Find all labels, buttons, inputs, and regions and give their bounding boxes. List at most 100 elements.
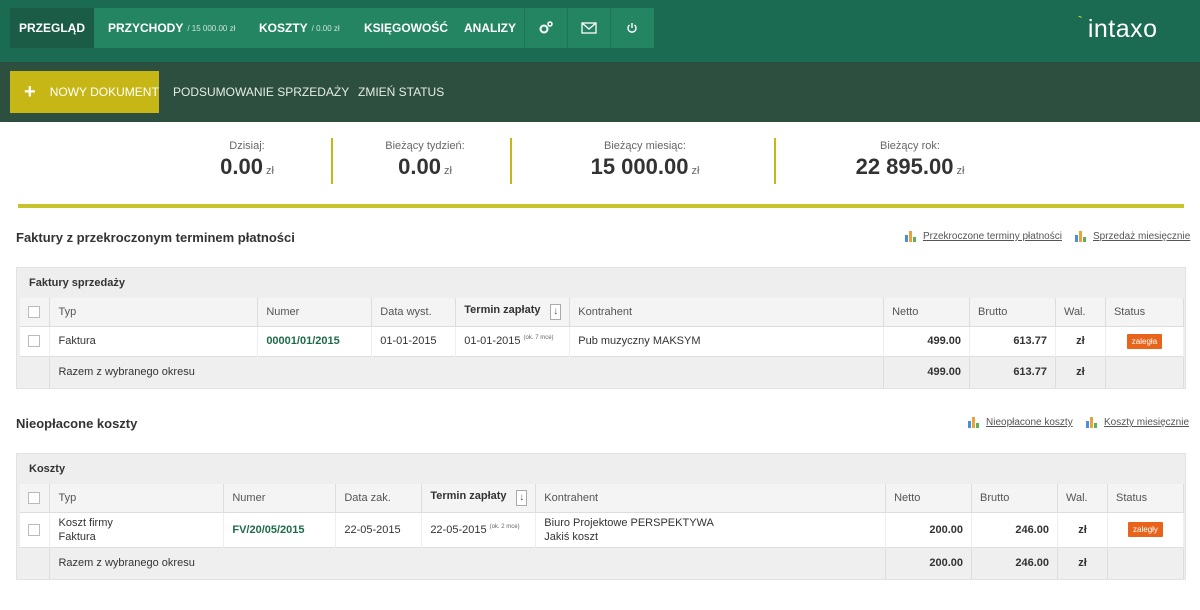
overdue-section-title: Faktury z przekroczonym terminem płatnoś… xyxy=(16,230,295,245)
stat-currency: zł xyxy=(691,165,700,177)
row-checkbox[interactable] xyxy=(28,523,40,536)
unpaid-costs-link[interactable]: Nieopłacone koszty xyxy=(968,417,1073,428)
nav-accounting-label: KSIĘGOWOŚĆ xyxy=(364,21,449,35)
table-header-row: Typ Numer Data wyst. Termin zapłaty ↓ Kon… xyxy=(20,298,1185,327)
new-document-button[interactable]: + NOWY DOKUMENT xyxy=(10,71,159,113)
stat-week: Bieżący tydzień: 0.00 zł xyxy=(350,140,500,180)
stat-amount: 22 895.00 xyxy=(855,154,954,179)
row-number-cell: FV/20/05/2015 xyxy=(223,512,337,547)
sales-summary-link[interactable]: PODSUMOWANIE SPRZEDAŻY xyxy=(173,71,349,113)
col-contractor[interactable]: Kontrahent xyxy=(535,484,887,513)
sum-label: Razem z wybranego okresu xyxy=(49,355,885,388)
row-net: 499.00 xyxy=(883,326,971,356)
sort-icon[interactable]: ↓ xyxy=(516,489,528,506)
row-due-date: 01-01-2015 xyxy=(464,335,521,347)
nav-costs-label: KOSZTY xyxy=(259,21,308,35)
sum-status-empty xyxy=(1107,546,1185,579)
bar-chart-icon xyxy=(968,417,980,428)
unpaid-section-title: Nieopłacone koszty xyxy=(16,416,138,431)
select-all-header xyxy=(20,298,51,327)
row-type-category: Koszt firmy xyxy=(58,516,113,529)
row-issue-date: 01-01-2015 xyxy=(371,326,457,356)
monthly-costs-link[interactable]: Koszty miesięcznie xyxy=(1086,417,1189,428)
row-net: 200.00 xyxy=(885,512,973,547)
nav-accounting[interactable]: KSIĘGOWOŚĆ xyxy=(364,8,448,48)
cost-number-link[interactable]: FV/20/05/2015 xyxy=(232,524,304,536)
table-sum-row: Razem z wybranego okresu 499.00 613.77 z… xyxy=(20,355,1185,388)
nav-analysis[interactable]: ANALIZY xyxy=(464,8,516,48)
change-status-link[interactable]: ZMIEŃ STATUS xyxy=(358,71,444,113)
overdue-deadlines-label: Przekroczone terminy płatności xyxy=(923,231,1062,242)
stat-currency: zł xyxy=(265,165,274,177)
table-row[interactable]: Faktura 00001/01/2015 01-01-2015 01-01-2… xyxy=(20,326,1185,356)
power-icon[interactable] xyxy=(611,8,653,48)
stat-label: Bieżący tydzień: xyxy=(385,140,465,152)
table-row[interactable]: Koszt firmy Faktura FV/20/05/2015 22-05-2… xyxy=(20,512,1185,547)
stat-amount: 0.00 xyxy=(398,154,441,179)
col-number[interactable]: Numer xyxy=(223,484,337,513)
sum-currency: zł xyxy=(1057,546,1108,579)
bar-chart-icon xyxy=(905,231,917,242)
select-all-checkbox[interactable] xyxy=(28,305,40,318)
sales-table: Typ Numer Data wyst. Termin zapłaty ↓ Kon… xyxy=(20,298,1185,388)
col-due-date[interactable]: Termin zapłaty ↓ xyxy=(421,484,537,513)
col-due-date-label: Termin zapłaty xyxy=(464,303,541,316)
invoice-number-link[interactable]: 00001/01/2015 xyxy=(266,335,339,347)
select-all-checkbox[interactable] xyxy=(28,491,40,504)
col-issue-date[interactable]: Data wyst. xyxy=(371,298,457,327)
unpaid-costs-label: Nieopłacone koszty xyxy=(986,417,1073,428)
table-sum-row: Razem z wybranego okresu 200.00 246.00 z… xyxy=(20,546,1185,579)
col-status[interactable]: Status xyxy=(1107,484,1185,513)
col-gross[interactable]: Brutto xyxy=(969,298,1056,327)
nav-costs[interactable]: KOSZTY/ 0.00 zł xyxy=(259,8,340,48)
col-number[interactable]: Numer xyxy=(257,298,373,327)
row-due-date: 22-05-2015 xyxy=(430,523,487,536)
bar-chart-icon xyxy=(1075,231,1087,242)
sum-gross: 613.77 xyxy=(969,355,1056,388)
costs-table: Koszty Typ Numer Data zak. Termin zapłat… xyxy=(16,453,1186,580)
col-type[interactable]: Typ xyxy=(49,484,225,513)
col-type[interactable]: Typ xyxy=(49,298,259,327)
col-purchase-date[interactable]: Data zak. xyxy=(335,484,423,513)
table-header-row: Typ Numer Data zak. Termin zapłaty ↓ Kont… xyxy=(20,484,1185,513)
mail-icon[interactable] xyxy=(568,8,610,48)
col-currency[interactable]: Wal. xyxy=(1055,298,1106,327)
col-due-date-label: Termin zapłaty xyxy=(430,489,507,502)
nav-income[interactable]: PRZYCHODY/ 15 000.00 zł xyxy=(108,8,235,48)
overdue-deadlines-link[interactable]: Przekroczone terminy płatności xyxy=(905,231,1062,242)
stat-amount: 0.00 xyxy=(220,154,263,179)
intaxo-logo[interactable]: ` intaxo xyxy=(1077,14,1190,44)
nav-overview[interactable]: PRZEGLĄD xyxy=(10,8,94,48)
col-due-date[interactable]: Termin zapłaty ↓ xyxy=(455,298,571,327)
sort-icon[interactable]: ↓ xyxy=(550,303,562,320)
sum-currency: zł xyxy=(1055,355,1106,388)
col-net[interactable]: Netto xyxy=(883,298,971,327)
col-net[interactable]: Netto xyxy=(885,484,973,513)
row-due-note: (ok. 7 mce) xyxy=(523,335,554,341)
stat-amount: 15 000.00 xyxy=(590,154,689,179)
stat-divider xyxy=(774,138,776,184)
col-currency[interactable]: Wal. xyxy=(1057,484,1108,513)
row-select-cell xyxy=(20,326,51,356)
row-status-cell: zaległa xyxy=(1105,326,1185,356)
stat-divider xyxy=(331,138,333,184)
row-checkbox[interactable] xyxy=(28,335,40,348)
col-contractor[interactable]: Kontrahent xyxy=(569,298,885,327)
nav-income-label: PRZYCHODY xyxy=(108,21,184,35)
nav-income-amount: / 15 000.00 zł xyxy=(187,23,236,33)
sum-net: 200.00 xyxy=(885,546,973,579)
stat-month: Bieżący miesiąc: 15 000.00 zł xyxy=(560,140,730,180)
row-description: Jakiś koszt xyxy=(544,530,599,543)
stat-value: 0.00 zł xyxy=(350,154,500,180)
row-due-date-cell: 01-01-2015 (ok. 7 mce) xyxy=(455,326,571,356)
monthly-sales-link[interactable]: Sprzedaż miesięcznie xyxy=(1075,231,1190,242)
monthly-sales-label: Sprzedaż miesięcznie xyxy=(1093,231,1191,242)
row-contractor-cell: Biuro Projektowe PERSPEKTYWA Jakiś koszt xyxy=(535,512,887,547)
stats-underline xyxy=(18,204,1184,208)
row-type: Faktura xyxy=(58,530,96,543)
settings-icon[interactable] xyxy=(525,8,567,48)
sum-net: 499.00 xyxy=(883,355,971,388)
col-gross[interactable]: Brutto xyxy=(971,484,1058,513)
stat-value: 15 000.00 zł xyxy=(560,154,730,180)
col-status[interactable]: Status xyxy=(1105,298,1185,327)
